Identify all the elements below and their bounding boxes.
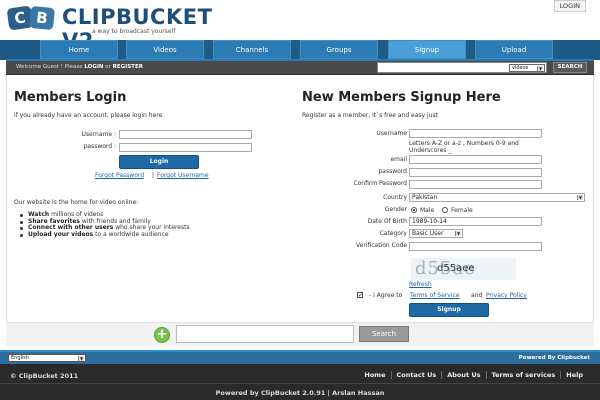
signup-username-input[interactable] xyxy=(409,129,542,138)
login-button[interactable]: Login xyxy=(119,155,199,169)
gender-female-radio[interactable] xyxy=(442,207,448,213)
search-button[interactable]: SEARCH xyxy=(553,62,587,73)
footer-link-contact[interactable]: Contact Us xyxy=(390,371,442,379)
login-username-label: Username : xyxy=(81,131,116,138)
agree-prefix: - I Agree to xyxy=(369,292,403,299)
members-login-title: Members Login xyxy=(14,90,127,105)
site-logo[interactable]: C B CLIPBUCKET V2 a way to broadcast you… xyxy=(6,3,218,53)
login-password-label: password : xyxy=(83,143,116,150)
chevron-down-icon: ▼ xyxy=(78,356,84,361)
gender-female-label: Female xyxy=(451,207,473,214)
signup-intro: Register as a member, it`s free and easy… xyxy=(302,112,438,119)
signup-dob-label: Date Of Birth xyxy=(367,218,407,225)
agree-and: and xyxy=(471,292,483,299)
footer-link-home[interactable]: Home xyxy=(359,371,390,379)
home-for-video-text: Our website is the home for video online… xyxy=(14,199,139,206)
chevron-down-icon: ▼ xyxy=(577,195,583,200)
language-value: English xyxy=(11,355,30,361)
members-login-intro: if you already have an account, please l… xyxy=(14,112,163,119)
signup-verification-label: Verification Code xyxy=(356,242,407,249)
gender-male-radio[interactable] xyxy=(411,207,417,213)
signup-button[interactable]: Signup xyxy=(409,303,489,317)
signup-category-select[interactable]: Basic User ▼ xyxy=(409,229,463,238)
chevron-down-icon: ▼ xyxy=(537,66,543,71)
gender-male-label: Male xyxy=(420,207,435,214)
signup-gender-label: Gender xyxy=(384,206,407,213)
captcha-image: d55ae d55aee xyxy=(411,258,516,280)
signup-confirm-password-input[interactable] xyxy=(409,180,542,189)
signup-email-label: email xyxy=(390,156,407,163)
signup-password-input[interactable] xyxy=(409,168,542,177)
signup-confirm-password-label: Confirm Password xyxy=(353,180,407,187)
username-hint-line1: Letters A-Z or a-z , Numbers 0-9 and xyxy=(409,140,519,147)
forgot-password-link[interactable]: Forgot Password xyxy=(95,172,144,179)
footer-divider xyxy=(0,383,600,384)
signup-title: New Members Signup Here xyxy=(302,90,501,105)
page: C B CLIPBUCKET V2 a way to broadcast you… xyxy=(0,0,600,400)
welcome-text: Welcome Guest ! Please LOGIN or REGISTER xyxy=(16,64,143,70)
signup-verification-input[interactable] xyxy=(409,242,542,251)
list-item: Upload your videos to a worldwide audien… xyxy=(20,231,190,239)
agree-checkbox[interactable]: ✓ xyxy=(357,292,363,299)
bottom-search-button[interactable]: Search xyxy=(359,326,409,342)
language-select[interactable]: English ▼ xyxy=(8,354,86,362)
footer-links: Home Contact Us About Us Terms of servic… xyxy=(359,371,588,379)
tab-upload[interactable]: Upload xyxy=(475,40,553,59)
terms-of-service-link[interactable]: Terms of Service xyxy=(410,292,459,299)
captcha-text: d55aee xyxy=(437,263,475,274)
signup-country-value: Pakistan xyxy=(412,194,438,201)
header-login-button[interactable]: LOGIN xyxy=(553,0,586,12)
login-password-input[interactable] xyxy=(119,143,252,152)
privacy-policy-link[interactable]: Privacy Policy xyxy=(486,292,527,299)
logo-badge-letter-b: B xyxy=(28,5,56,31)
copyright-text: © ClipBucket 2011 xyxy=(10,372,79,380)
tab-signup[interactable]: Signup xyxy=(388,40,466,59)
search-type-value: videos xyxy=(512,65,529,71)
footer-link-help[interactable]: Help xyxy=(560,371,588,379)
signup-password-label: password xyxy=(378,168,408,175)
forgot-username-link[interactable]: Forgot Username xyxy=(157,172,209,179)
welcome-register-link[interactable]: REGISTER xyxy=(113,64,143,70)
signup-dob-input[interactable]: 1989-10-14 xyxy=(409,217,542,226)
welcome-login-link[interactable]: LOGIN xyxy=(84,64,103,70)
forgot-separator: | xyxy=(152,172,155,179)
welcome-prefix: Welcome Guest ! Please xyxy=(16,64,83,70)
tab-channels[interactable]: Channels xyxy=(213,40,291,59)
tab-home[interactable]: Home xyxy=(40,40,118,59)
tab-groups[interactable]: Groups xyxy=(300,40,378,59)
signup-country-select[interactable]: Pakistan ▼ xyxy=(409,193,585,202)
search-type-select[interactable]: videos ▼ xyxy=(509,64,545,72)
footer-top-bar xyxy=(0,352,600,364)
signup-country-label: Country xyxy=(383,194,407,201)
welcome-or: or xyxy=(105,64,111,70)
powered-by-footer-text: Powered by ClipBucket 2.0.91 | Arslan Ha… xyxy=(215,389,385,397)
signup-email-input[interactable] xyxy=(409,155,542,164)
logo-tagline: a way to broadcast yourself xyxy=(92,28,176,35)
signup-category-label: Category xyxy=(379,230,407,237)
logo-badge-icon: C B xyxy=(6,5,58,31)
plus-icon[interactable]: + xyxy=(154,327,170,343)
tab-videos[interactable]: Videos xyxy=(126,40,204,59)
signup-category-value: Basic User xyxy=(412,230,444,237)
footer-link-terms[interactable]: Terms of services xyxy=(485,371,561,379)
powered-by-clipbucket-link[interactable]: Powered By Clipbucket xyxy=(519,355,590,361)
captcha-refresh-link[interactable]: Refresh xyxy=(409,281,432,288)
username-hint-line2: Underscores _ xyxy=(409,147,452,154)
login-username-input[interactable] xyxy=(119,130,252,139)
bottom-search-input[interactable] xyxy=(176,325,354,343)
signup-username-label: Username xyxy=(376,130,407,137)
features-list: Watch millions of videos Share favorites… xyxy=(20,211,190,239)
footer-link-about[interactable]: About Us xyxy=(441,371,485,379)
chevron-down-icon: ▼ xyxy=(455,231,461,236)
